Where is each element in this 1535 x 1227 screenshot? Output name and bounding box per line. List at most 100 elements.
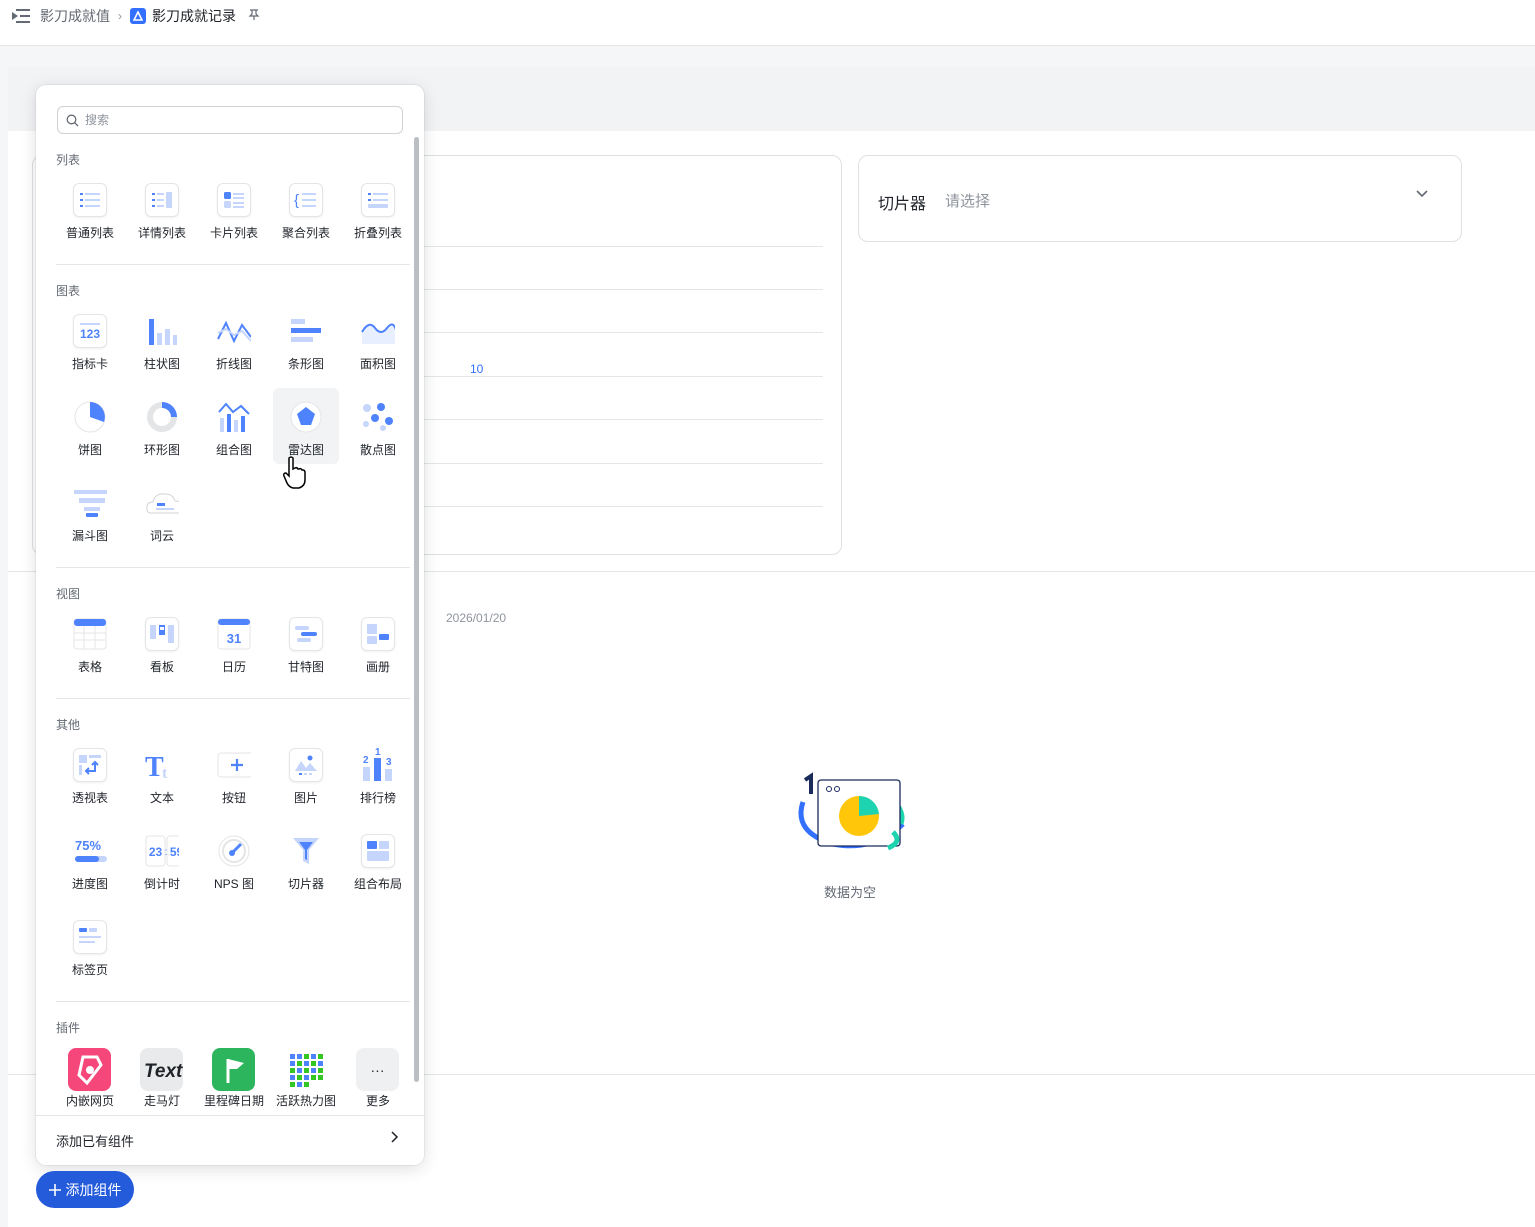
component-label: 切片器 (287, 877, 324, 891)
combo-chart-icon (217, 400, 251, 434)
component-label: 表格 (77, 660, 102, 674)
slicer-card[interactable]: 切片器 请选择 (858, 155, 1462, 242)
component-label: NPS 图 (213, 877, 254, 891)
component-item[interactable]: 23:59 倒计时 (129, 822, 195, 898)
chevron-right-icon[interactable] (389, 1130, 401, 1147)
outline-toggle-icon[interactable] (12, 8, 30, 24)
component-item[interactable]: 画册 (345, 605, 411, 681)
component-item[interactable]: 按钮 (201, 736, 267, 812)
pin-icon[interactable] (248, 8, 260, 24)
component-item[interactable]: 标签页 (57, 908, 123, 984)
component-label: 环形图 (143, 443, 180, 457)
component-item[interactable]: 甘特图 (273, 605, 339, 681)
component-item[interactable]: 75% 进度图 (57, 822, 123, 898)
component-item[interactable]: 图片 (273, 736, 339, 812)
component-item[interactable]: 雷达图 (273, 388, 339, 464)
footer-divider (36, 1115, 424, 1116)
more-icon: ··· (356, 1048, 399, 1091)
countdown-icon: 23:59 (145, 834, 179, 868)
component-item[interactable]: Text 走马灯 (129, 1039, 195, 1115)
component-item[interactable]: 透视表 (57, 736, 123, 812)
component-label: 饼图 (77, 443, 102, 457)
component-item[interactable]: 详情列表 (129, 171, 195, 247)
card-list-icon (217, 183, 251, 217)
hand-cursor-icon (283, 456, 306, 489)
breadcrumb-current[interactable]: 影刀成就记录 (152, 6, 236, 26)
image-icon (289, 748, 323, 782)
component-item[interactable]: 散点图 (345, 388, 411, 464)
component-label: 走马灯 (143, 1094, 180, 1108)
svg-text:3: 3 (386, 757, 392, 768)
kanban-view-icon (145, 617, 179, 651)
section-title-list: 列表 (56, 153, 81, 167)
section-title-view: 视图 (56, 587, 81, 601)
component-label: 折线图 (215, 357, 252, 371)
component-item[interactable]: 12 3 排行榜 (345, 736, 411, 812)
area-chart-icon (361, 314, 395, 348)
component-label: 折叠列表 (353, 226, 402, 240)
breadcrumb-parent[interactable]: 影刀成就值 (40, 6, 110, 26)
component-label: 内嵌网页 (65, 1094, 114, 1108)
component-item[interactable]: 漏斗图 (57, 474, 123, 550)
text-icon: Tt (145, 748, 179, 782)
svg-text:23: 23 (149, 845, 163, 859)
section-title-other: 其他 (56, 718, 81, 732)
component-item[interactable]: 条形图 (273, 302, 339, 378)
detail-list-icon (145, 183, 179, 217)
component-item[interactable]: 柱状图 (129, 302, 195, 378)
component-item[interactable]: 面积图 (345, 302, 411, 378)
svg-text:31: 31 (227, 631, 241, 646)
component-item[interactable]: 活跃热力图 (273, 1039, 339, 1115)
component-item[interactable]: Tt 文本 (129, 736, 195, 812)
tabs-icon (73, 920, 107, 954)
search-box[interactable] (57, 106, 403, 134)
search-icon (66, 114, 79, 126)
component-item[interactable]: 环形图 (129, 388, 195, 464)
add-component-label: 添加组件 (65, 1181, 122, 1198)
component-item[interactable]: 123 指标卡 (57, 302, 123, 378)
table-view-icon (73, 617, 107, 651)
component-label: 详情列表 (137, 226, 186, 240)
breadcrumb: 影刀成就值 › 影刀成就记录 (12, 6, 260, 26)
component-item[interactable]: 内嵌网页 (57, 1039, 123, 1115)
slicer-select[interactable]: 请选择 (945, 190, 990, 211)
svg-text:59: 59 (170, 845, 179, 859)
add-component-button[interactable]: 添加组件 (36, 1171, 134, 1208)
component-label: 组合布局 (353, 877, 402, 891)
component-item[interactable]: 卡片列表 (201, 171, 267, 247)
component-item[interactable]: 饼图 (57, 388, 123, 464)
chart-date-label: 2026/01/20 (446, 611, 507, 625)
component-item[interactable]: 词云 (129, 474, 195, 550)
component-item[interactable]: 组合布局 (345, 822, 411, 898)
component-label: 里程碑日期 (203, 1094, 264, 1108)
component-label: 甘特图 (287, 660, 324, 674)
component-item[interactable]: 31 日历 (201, 605, 267, 681)
album-view-icon (361, 617, 395, 651)
plus-icon (48, 1183, 61, 1196)
component-item[interactable]: { 聚合列表 (273, 171, 339, 247)
component-item[interactable]: 组合图 (201, 388, 267, 464)
line-chart-icon (217, 314, 251, 348)
top-bar: 影刀成就值 › 影刀成就记录 (0, 0, 1535, 46)
component-item[interactable]: 里程碑日期 (201, 1039, 267, 1115)
component-item[interactable]: 表格 (57, 605, 123, 681)
fold-list-icon (361, 183, 395, 217)
component-item[interactable]: NPS 图 (201, 822, 267, 898)
pivot-table-icon (73, 748, 107, 782)
component-item[interactable]: 折叠列表 (345, 171, 411, 247)
component-item[interactable]: ··· 更多 (345, 1039, 411, 1115)
marquee-icon: Text (140, 1048, 183, 1091)
component-label: 按钮 (221, 791, 246, 805)
slicer-label: 切片器 (878, 196, 927, 213)
chart-tick-label: 10 (470, 362, 484, 376)
search-input[interactable] (85, 113, 385, 127)
chevron-down-icon[interactable] (1415, 186, 1429, 205)
component-item[interactable]: 折线图 (201, 302, 267, 378)
component-item[interactable]: 切片器 (273, 822, 339, 898)
component-item[interactable]: 普通列表 (57, 171, 123, 247)
svg-text:123: 123 (80, 327, 100, 341)
scrollbar[interactable] (414, 137, 419, 1082)
add-existing-component[interactable]: 添加已有组件 (56, 1131, 134, 1150)
component-label: 图片 (293, 791, 318, 805)
component-item[interactable]: 看板 (129, 605, 195, 681)
